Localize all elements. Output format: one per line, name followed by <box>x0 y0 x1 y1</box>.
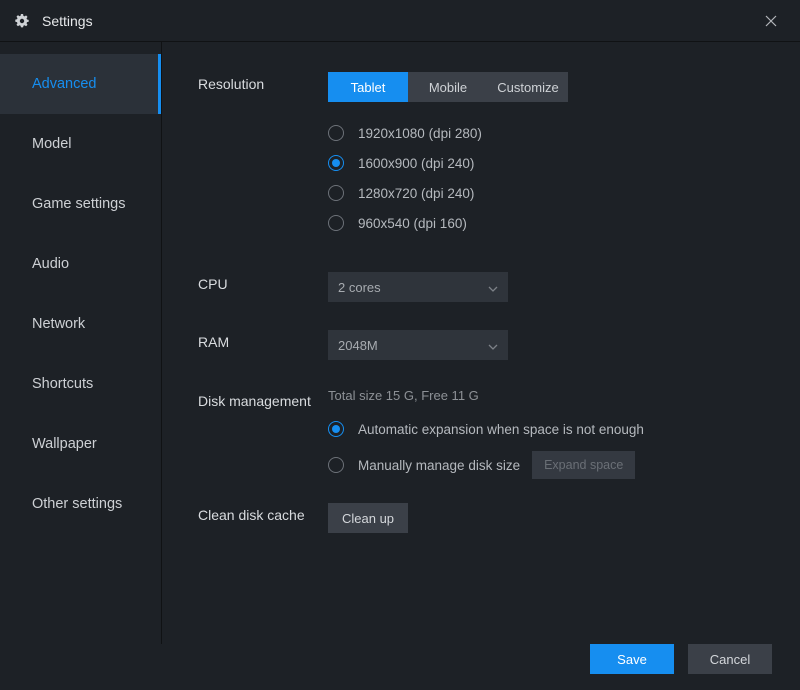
disk-option-label: Automatic expansion when space is not en… <box>358 422 644 437</box>
titlebar: Settings <box>0 0 800 42</box>
radio-icon <box>328 421 344 437</box>
sidebar-item-label: Network <box>32 316 85 332</box>
sidebar-item-label: Wallpaper <box>32 436 97 452</box>
sidebar-item-other-settings[interactable]: Other settings <box>0 474 161 534</box>
ram-select-value: 2048M <box>338 338 378 353</box>
disk-label: Disk management <box>198 388 328 479</box>
cpu-select[interactable]: 2 cores <box>328 272 508 302</box>
row-disk: Disk management Total size 15 G, Free 11… <box>198 388 800 479</box>
radio-icon <box>328 215 344 231</box>
sidebar-item-network[interactable]: Network <box>0 294 161 354</box>
resolution-option-label: 1280x720 (dpi 240) <box>358 186 474 201</box>
window-title: Settings <box>42 13 93 29</box>
close-icon <box>765 15 777 27</box>
sidebar-item-audio[interactable]: Audio <box>0 234 161 294</box>
sidebar-item-wallpaper[interactable]: Wallpaper <box>0 414 161 474</box>
resolution-option[interactable]: 1280x720 (dpi 240) <box>328 178 800 208</box>
sidebar-item-label: Model <box>32 136 72 152</box>
sidebar-item-model[interactable]: Model <box>0 114 161 174</box>
sidebar-item-label: Audio <box>32 256 69 272</box>
resolution-option-label: 1600x900 (dpi 240) <box>358 156 474 171</box>
sidebar-item-label: Advanced <box>32 76 97 92</box>
resolution-option-label: 960x540 (dpi 160) <box>358 216 467 231</box>
cpu-select-value: 2 cores <box>338 280 381 295</box>
footer: Save Cancel <box>0 644 800 690</box>
disk-option[interactable]: Automatic expansion when space is not en… <box>328 421 800 437</box>
disk-option-label: Manually manage disk size <box>358 458 520 473</box>
sidebar-item-advanced[interactable]: Advanced <box>0 54 161 114</box>
sidebar-item-label: Other settings <box>32 496 122 512</box>
disk-option[interactable]: Manually manage disk size Expand space <box>328 451 800 479</box>
content-panel: Resolution Tablet Mobile Customize 1920x… <box>162 42 800 644</box>
ram-label: RAM <box>198 330 328 360</box>
sidebar-item-shortcuts[interactable]: Shortcuts <box>0 354 161 414</box>
resolution-tabs: Tablet Mobile Customize <box>328 72 568 102</box>
resolution-label: Resolution <box>198 72 328 238</box>
ram-select[interactable]: 2048M <box>328 330 508 360</box>
cpu-label: CPU <box>198 272 328 302</box>
tab-customize[interactable]: Customize <box>488 72 568 102</box>
sidebar-item-game-settings[interactable]: Game settings <box>0 174 161 234</box>
radio-icon <box>328 185 344 201</box>
resolution-option-list: 1920x1080 (dpi 280) 1600x900 (dpi 240) 1… <box>328 118 800 238</box>
row-ram: RAM 2048M <box>198 330 800 360</box>
radio-icon <box>328 125 344 141</box>
tab-tablet[interactable]: Tablet <box>328 72 408 102</box>
sidebar-item-label: Shortcuts <box>32 376 93 392</box>
sidebar-item-label: Game settings <box>32 196 126 212</box>
disk-status: Total size 15 G, Free 11 G <box>328 388 800 403</box>
main: Advanced Model Game settings Audio Netwo… <box>0 42 800 644</box>
row-cpu: CPU 2 cores <box>198 272 800 302</box>
resolution-option[interactable]: 1920x1080 (dpi 280) <box>328 118 800 148</box>
chevron-down-icon <box>488 338 498 353</box>
radio-icon <box>328 457 344 473</box>
expand-space-button[interactable]: Expand space <box>532 451 635 479</box>
row-resolution: Resolution Tablet Mobile Customize 1920x… <box>198 72 800 238</box>
sidebar: Advanced Model Game settings Audio Netwo… <box>0 42 162 644</box>
resolution-option[interactable]: 960x540 (dpi 160) <box>328 208 800 238</box>
clean-cache-label: Clean disk cache <box>198 503 328 533</box>
close-button[interactable] <box>754 4 788 38</box>
tab-mobile[interactable]: Mobile <box>408 72 488 102</box>
clean-up-button[interactable]: Clean up <box>328 503 408 533</box>
save-button[interactable]: Save <box>590 644 674 674</box>
gear-icon <box>14 13 30 29</box>
cancel-button[interactable]: Cancel <box>688 644 772 674</box>
chevron-down-icon <box>488 280 498 295</box>
row-clean-cache: Clean disk cache Clean up <box>198 503 800 533</box>
resolution-option-label: 1920x1080 (dpi 280) <box>358 126 482 141</box>
radio-icon <box>328 155 344 171</box>
resolution-option[interactable]: 1600x900 (dpi 240) <box>328 148 800 178</box>
